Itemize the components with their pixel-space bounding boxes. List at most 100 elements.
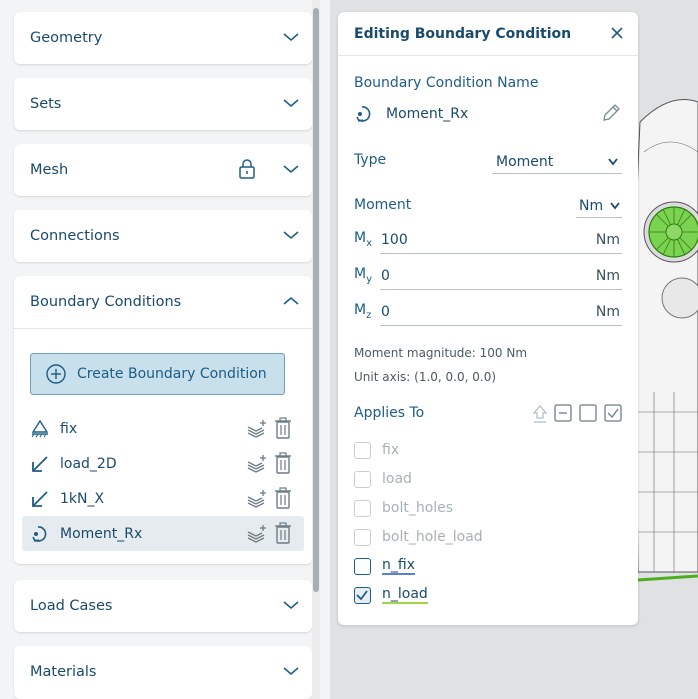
- set-checkbox-row[interactable]: n_load: [354, 584, 428, 606]
- scrollbar-thumb[interactable]: [313, 8, 319, 592]
- mx-value: 100: [381, 232, 408, 248]
- mesh-model-image[interactable]: [630, 92, 698, 584]
- boundary-condition-list: fix load_2D 1kN_X Moment_Rx: [14, 411, 312, 551]
- fixed-support-icon: [31, 419, 49, 437]
- mz-label: Mz: [354, 302, 372, 321]
- list-item[interactable]: fix: [22, 411, 304, 446]
- set-checkbox-row[interactable]: bolt_holes: [354, 497, 453, 519]
- panel-mesh[interactable]: Mesh: [14, 144, 312, 196]
- boundary-condition-editor: Editing Boundary Condition Boundary Cond…: [338, 12, 638, 625]
- moment-magnitude: Moment magnitude: 100 Nm: [354, 346, 528, 360]
- my-label: My: [354, 266, 373, 285]
- moment-unit-select[interactable]: Nm: [576, 194, 622, 218]
- type-select-value: Moment: [496, 153, 554, 170]
- trash-icon[interactable]: [274, 452, 292, 474]
- layers-add-icon[interactable]: [246, 523, 268, 545]
- panel-title: Load Cases: [30, 598, 113, 614]
- list-item-label: fix: [60, 420, 78, 437]
- list-item-label: Moment_Rx: [60, 525, 143, 542]
- select-all-icon[interactable]: [604, 404, 622, 422]
- moment-label: Moment: [354, 197, 412, 213]
- list-item-selected[interactable]: Moment_Rx: [22, 516, 304, 551]
- select-none-icon[interactable]: [579, 404, 597, 422]
- plus-circle-icon: [46, 364, 66, 384]
- mz-row: Mz 0 Nm: [354, 300, 622, 326]
- checkbox[interactable]: [354, 528, 371, 546]
- list-item-label: load_2D: [60, 455, 117, 472]
- my-input[interactable]: 0 Nm: [380, 264, 622, 290]
- checkbox[interactable]: [354, 441, 371, 459]
- deselect-all-icon[interactable]: [554, 404, 572, 422]
- mz-input[interactable]: 0 Nm: [380, 300, 622, 326]
- panel-sets[interactable]: Sets: [14, 78, 312, 130]
- panel-header[interactable]: Boundary Conditions: [14, 276, 312, 328]
- set-label: n_fix: [382, 557, 415, 575]
- mx-input[interactable]: 100 Nm: [380, 228, 622, 254]
- panel-title: Connections: [30, 228, 120, 244]
- layers-add-icon[interactable]: [246, 488, 268, 510]
- force-arrow-icon: [32, 490, 48, 507]
- lock-icon[interactable]: [236, 158, 258, 180]
- panel-load-cases[interactable]: Load Cases: [14, 580, 312, 632]
- chevron-down-icon[interactable]: [282, 96, 300, 110]
- checkbox-checked[interactable]: [354, 586, 371, 604]
- layers-add-icon[interactable]: [246, 453, 268, 475]
- type-label: Type: [354, 152, 387, 168]
- sidebar: Geometry Sets Mesh Connections Boundary: [0, 0, 320, 699]
- create-boundary-condition-button[interactable]: Create Boundary Condition: [30, 353, 285, 395]
- type-select[interactable]: Moment: [492, 150, 622, 174]
- pencil-icon[interactable]: [600, 102, 622, 124]
- caret-down-icon: [608, 158, 618, 166]
- divider: [14, 328, 312, 329]
- set-label: bolt_hole_load: [382, 529, 483, 545]
- set-label: bolt_holes: [382, 500, 454, 516]
- trash-icon[interactable]: [274, 487, 292, 509]
- list-item-label: 1kN_X: [60, 490, 105, 507]
- chevron-down-icon[interactable]: [282, 30, 300, 44]
- trash-icon[interactable]: [274, 522, 292, 544]
- panel-title: Mesh: [30, 162, 69, 178]
- chevron-down-icon[interactable]: [282, 228, 300, 242]
- list-item[interactable]: load_2D: [22, 446, 304, 481]
- force-arrow-icon: [32, 455, 48, 472]
- set-label: n_load: [382, 586, 428, 604]
- chevron-down-icon[interactable]: [282, 598, 300, 612]
- chevron-down-icon[interactable]: [282, 162, 300, 176]
- checkbox[interactable]: [354, 557, 371, 575]
- chevron-down-icon[interactable]: [282, 664, 300, 678]
- unit-axis: Unit axis: (1.0, 0.0, 0.0): [354, 370, 497, 384]
- name-label: Boundary Condition Name: [354, 75, 539, 91]
- editor-title: Editing Boundary Condition: [354, 25, 572, 42]
- set-checkbox-row[interactable]: n_fix: [354, 555, 415, 577]
- chevron-up-icon[interactable]: [282, 294, 300, 308]
- set-label: fix: [382, 442, 400, 458]
- list-item[interactable]: 1kN_X: [22, 481, 304, 516]
- moment-unit-value: Nm: [579, 197, 604, 214]
- set-checkbox-row[interactable]: load: [354, 468, 412, 490]
- layers-add-icon[interactable]: [246, 418, 268, 440]
- panel-geometry[interactable]: Geometry: [14, 12, 312, 64]
- panel-materials[interactable]: Materials: [14, 646, 312, 699]
- create-button-label: Create Boundary Condition: [77, 366, 267, 382]
- panel-title: Sets: [30, 96, 62, 112]
- name-value: Moment_Rx: [386, 106, 469, 122]
- my-value: 0: [381, 268, 390, 284]
- checkbox[interactable]: [354, 470, 371, 488]
- set-checkbox-row[interactable]: bolt_hole_load: [354, 526, 483, 548]
- caret-down-icon: [610, 202, 620, 210]
- panel-boundary-conditions: Boundary Conditions Create Boundary Cond…: [14, 276, 312, 564]
- checkbox[interactable]: [354, 499, 371, 517]
- mz-unit: Nm: [595, 304, 620, 320]
- panel-title: Geometry: [30, 30, 103, 46]
- trash-icon[interactable]: [274, 417, 292, 439]
- mx-unit: Nm: [595, 232, 620, 248]
- my-unit: Nm: [595, 268, 620, 284]
- upload-icon[interactable]: [531, 404, 549, 424]
- mx-row: Mx 100 Nm: [354, 228, 622, 254]
- close-icon[interactable]: [610, 26, 624, 40]
- checkmark-icon: [356, 589, 368, 600]
- mx-label: Mx: [354, 230, 373, 249]
- panel-title: Materials: [30, 664, 97, 680]
- panel-connections[interactable]: Connections: [14, 210, 312, 262]
- set-checkbox-row[interactable]: fix: [354, 439, 399, 461]
